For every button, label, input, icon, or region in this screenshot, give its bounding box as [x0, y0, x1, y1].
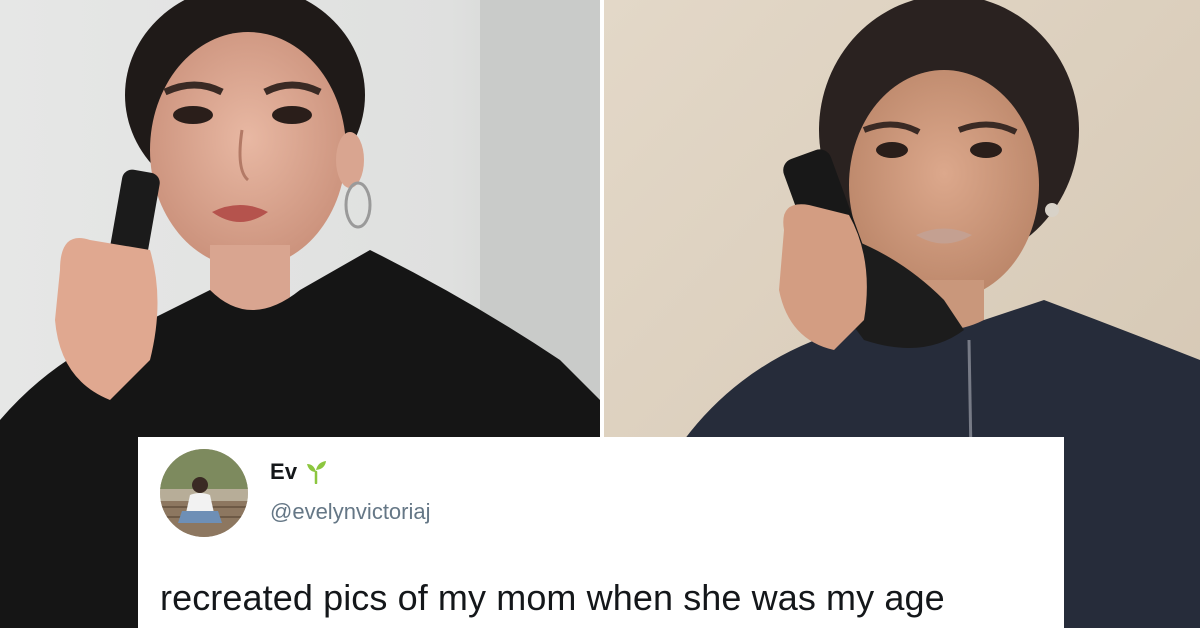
user-handle[interactable]: @evelynvictoriaj	[270, 499, 431, 525]
meme-canvas: Ev @evelynvictoriaj recreated pics of my…	[0, 0, 1200, 628]
avatar[interactable]	[160, 449, 248, 537]
sprout-icon	[305, 460, 327, 485]
display-name-row: Ev	[270, 459, 327, 485]
display-name[interactable]: Ev	[270, 459, 297, 485]
tweet-text: recreated pics of my mom when she was my…	[160, 577, 945, 618]
tweet-card[interactable]: Ev @evelynvictoriaj recreated pics of my…	[138, 437, 1064, 628]
